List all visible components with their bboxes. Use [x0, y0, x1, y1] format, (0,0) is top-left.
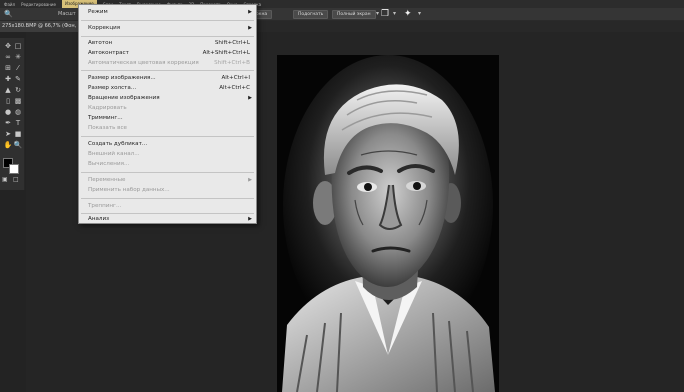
eyedropper-tool-icon[interactable]: ⁄: [13, 64, 23, 73]
menu-item-shortcut: Shift+Ctrl+L: [214, 40, 250, 46]
menu-item-label: Автоконтраст: [88, 50, 129, 56]
fill-screen-button[interactable]: Подогнать: [293, 10, 329, 19]
document-canvas[interactable]: [277, 55, 499, 392]
submenu-arrow-icon: ▶: [248, 95, 252, 101]
dodge-tool-icon[interactable]: ◍: [13, 108, 23, 117]
dropdown-arrow-icon[interactable]: ▾: [418, 10, 421, 17]
menu-item-calculations: Вычисления...: [79, 159, 256, 169]
menu-item-trap: Треппинг...: [79, 201, 256, 211]
menu-item-shortcut: Alt+Ctrl+I: [221, 75, 250, 81]
marquee-tool-icon[interactable]: □: [13, 42, 23, 51]
menu-item-shortcut: Shift+Ctrl+B: [214, 60, 250, 66]
menu-item-image-rotation[interactable]: Вращение изображения ▶: [79, 93, 256, 103]
magic-wand-tool-icon[interactable]: ✳: [13, 53, 23, 62]
menu-item-auto-color: Автоматическая цветовая коррекция Shift+…: [79, 58, 256, 68]
menu-item-label: Внешний канал...: [88, 151, 140, 157]
submenu-arrow-icon: ▶: [248, 216, 252, 222]
hand-tool-icon[interactable]: ✋: [3, 141, 13, 150]
menu-item-auto-contrast[interactable]: Автоконтраст Alt+Shift+Ctrl+L: [79, 48, 256, 58]
gradient-tool-icon[interactable]: ▩: [13, 97, 23, 106]
menu-item-image-size[interactable]: Размер изображения... Alt+Ctrl+I: [79, 73, 256, 83]
menu-item-apply-image: Внешний канал...: [79, 149, 256, 159]
history-brush-tool-icon[interactable]: ↻: [13, 86, 23, 95]
menu-item-shortcut: Alt+Shift+Ctrl+L: [202, 50, 250, 56]
portrait-image: [277, 55, 499, 392]
menu-file[interactable]: Файл: [4, 2, 15, 7]
type-tool-icon[interactable]: T: [13, 119, 23, 128]
menu-item-label: Кадрировать: [88, 105, 127, 111]
menu-item-label: Размер изображения...: [88, 75, 156, 81]
menu-item-variables: Переменные ▶: [79, 175, 256, 185]
healing-tool-icon[interactable]: ✚: [3, 75, 13, 84]
menu-item-reveal-all: Показать все: [79, 123, 256, 133]
stamp-tool-icon[interactable]: ▲: [3, 86, 13, 95]
submenu-arrow-icon: ▶: [248, 177, 252, 183]
menu-item-label: Автотон: [88, 40, 113, 46]
path-select-tool-icon[interactable]: ➤: [3, 130, 13, 139]
menu-item-label: Переменные: [88, 177, 126, 183]
menu-separator: [81, 20, 254, 21]
menu-item-shortcut: Alt+Ctrl+C: [219, 85, 250, 91]
blur-tool-icon[interactable]: ●: [3, 108, 13, 117]
menu-item-label: Показать все: [88, 125, 127, 131]
menu-item-label: Тримминг...: [88, 115, 123, 121]
menu-item-label: Автоматическая цветовая коррекция: [88, 60, 199, 66]
full-screen-button[interactable]: Полный экран: [332, 10, 376, 19]
sparkle-icon[interactable]: ✦: [404, 9, 412, 19]
menu-item-adjustments[interactable]: Коррекция ▶: [79, 23, 256, 33]
pen-tool-icon[interactable]: ✒: [3, 119, 13, 128]
quick-mask-icon[interactable]: ▣: [2, 176, 8, 183]
menu-edit[interactable]: Редактирование: [21, 2, 56, 7]
dropdown-arrow-icon[interactable]: ▾: [376, 10, 379, 17]
shape-tool-icon[interactable]: ■: [13, 130, 23, 139]
background-color-swatch[interactable]: [9, 164, 19, 174]
menu-item-analysis[interactable]: Анализ ▶: [79, 214, 256, 224]
menu-separator: [81, 172, 254, 173]
menu-item-apply-data-set: Применить набор данных...: [79, 185, 256, 195]
document-tab[interactable]: 275x180.BMP @ 66,7% (Фон, RGB/8): [0, 21, 80, 32]
menu-item-label: Вычисления...: [88, 161, 130, 167]
move-tool-icon[interactable]: ✥: [3, 42, 13, 51]
image-menu-dropdown: Режим ▶ Коррекция ▶ Автотон Shift+Ctrl+L…: [78, 4, 257, 224]
menu-item-label: Коррекция: [88, 25, 121, 31]
zoom-tool-icon[interactable]: 🔍: [13, 141, 23, 150]
menu-separator: [81, 198, 254, 199]
menu-separator: [81, 136, 254, 137]
menu-item-trim[interactable]: Тримминг...: [79, 113, 256, 123]
crop-tool-icon[interactable]: ⊞: [3, 64, 13, 73]
menu-separator: [81, 36, 254, 37]
menu-item-label: Размер холста...: [88, 85, 137, 91]
menu-item-label: Анализ: [88, 216, 110, 222]
eraser-tool-icon[interactable]: ▯: [3, 97, 13, 106]
brush-tool-icon[interactable]: ✎: [13, 75, 23, 84]
menu-item-canvas-size[interactable]: Размер холста... Alt+Ctrl+C: [79, 83, 256, 93]
menu-item-crop: Кадрировать: [79, 103, 256, 113]
submenu-arrow-icon: ▶: [248, 25, 252, 31]
menu-item-duplicate[interactable]: Создать дубликат...: [79, 139, 256, 149]
zoom-tool-icon[interactable]: 🔍: [4, 10, 13, 18]
menu-item-label: Режим: [88, 9, 108, 15]
menu-item-label: Вращение изображения: [88, 95, 160, 101]
menu-separator: [81, 70, 254, 71]
lasso-tool-icon[interactable]: ∞: [3, 53, 13, 62]
menu-item-label: Создать дубликат...: [88, 141, 148, 147]
screen-mode-icon[interactable]: □: [13, 176, 19, 183]
submenu-arrow-icon: ▶: [248, 9, 252, 15]
menu-item-label: Применить набор данных...: [88, 187, 170, 193]
menu-item-mode[interactable]: Режим ▶: [79, 7, 256, 17]
menu-item-label: Треппинг...: [88, 203, 122, 209]
menu-item-auto-tone[interactable]: Автотон Shift+Ctrl+L: [79, 38, 256, 48]
dropdown-arrow-icon[interactable]: ▾: [393, 10, 396, 17]
zoom-option-label: Масшт: [58, 11, 76, 17]
arrange-documents-icon[interactable]: ❐: [381, 9, 389, 19]
